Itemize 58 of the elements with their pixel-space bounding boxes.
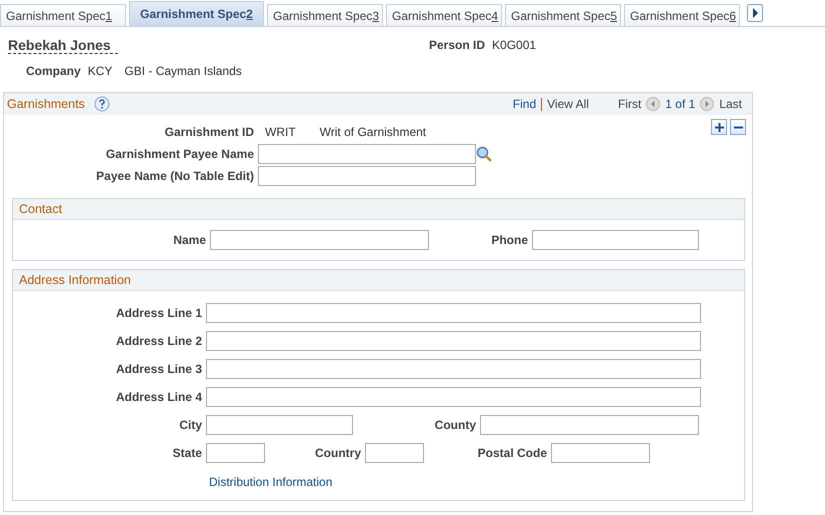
address-line-field[interactable] xyxy=(206,359,701,379)
garnishment-description: Writ of Garnishment xyxy=(320,125,426,139)
address-line-field[interactable] xyxy=(206,331,701,351)
contact-name-field[interactable] xyxy=(210,230,429,250)
search-icon[interactable] xyxy=(476,146,493,162)
section-title: Address Information xyxy=(19,273,131,287)
view-all-text: View All xyxy=(547,97,589,111)
postal-code-field[interactable] xyxy=(551,443,650,463)
tab[interactable]: Garnishment Spec5 xyxy=(505,4,621,26)
first-text: First xyxy=(618,97,642,111)
row-count: 1 of 1 xyxy=(665,97,696,111)
tab[interactable]: Garnishment Spec6 xyxy=(624,4,740,26)
plus-icon xyxy=(714,122,724,132)
field-label: Garnishment Payee Name xyxy=(104,147,254,161)
add-row-button[interactable] xyxy=(711,119,727,135)
company-code: KCY xyxy=(88,64,112,78)
section-title: Contact xyxy=(19,202,62,216)
tab[interactable]: Garnishment Spec1 xyxy=(0,4,126,26)
field-label: Payee Name (No Table Edit) xyxy=(95,169,254,183)
tab[interactable]: Garnishment Spec4 xyxy=(386,4,502,26)
field-label: Address Line 4 xyxy=(114,390,202,404)
field-label: Name xyxy=(172,233,206,247)
company-label: Company xyxy=(26,64,81,78)
city-field[interactable] xyxy=(206,415,353,435)
help-icon[interactable] xyxy=(94,96,110,112)
field-label: State xyxy=(172,446,202,460)
state-field[interactable] xyxy=(206,443,265,463)
field-label: Country xyxy=(314,446,361,460)
address-line-field[interactable] xyxy=(206,303,701,323)
address-line-field[interactable] xyxy=(206,387,701,407)
last-text: Last xyxy=(719,97,742,111)
person-id: K0G001 xyxy=(492,38,536,52)
tab[interactable]: Garnishment Spec3 xyxy=(267,4,383,26)
section-title: Garnishments xyxy=(7,97,85,111)
field-label: Garnishment ID xyxy=(164,125,254,139)
phone-field[interactable] xyxy=(532,230,699,250)
country-field[interactable] xyxy=(365,443,424,463)
field-label: Phone xyxy=(490,233,528,247)
next-tab-icon[interactable] xyxy=(747,4,763,22)
field-label: Postal Code xyxy=(476,446,547,460)
person-id-label: Person ID xyxy=(429,38,486,52)
delete-row-button[interactable] xyxy=(730,119,746,135)
company-name: GBI - Cayman Islands xyxy=(124,64,242,78)
person-name: Rebekah Jones xyxy=(8,36,118,54)
tab[interactable]: Garnishment Spec2 xyxy=(129,1,264,26)
field-label: City xyxy=(178,418,202,432)
next-icon[interactable] xyxy=(700,97,714,111)
field-label: Address Line 1 xyxy=(114,306,202,320)
county-field[interactable] xyxy=(480,415,699,435)
garnishment-id: WRIT xyxy=(265,125,296,139)
field-label: County xyxy=(434,418,476,432)
field-label: Address Line 3 xyxy=(114,362,202,376)
payee-name-field[interactable] xyxy=(258,144,476,164)
previous-icon[interactable] xyxy=(646,97,660,111)
find-link[interactable]: Find xyxy=(512,97,536,111)
field-label: Address Line 2 xyxy=(114,334,202,348)
payee-name-no-edit-field[interactable] xyxy=(258,166,476,186)
distribution-information-link[interactable]: Distribution Information xyxy=(209,475,332,489)
